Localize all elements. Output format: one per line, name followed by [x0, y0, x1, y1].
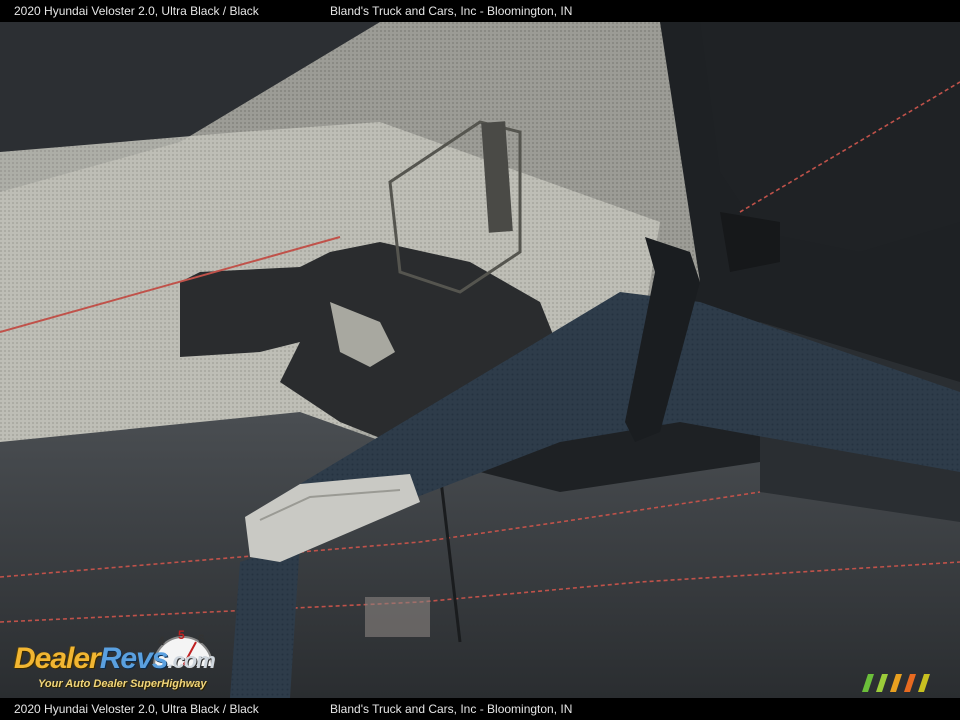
sunlit-leather-patch	[365, 597, 430, 637]
top-caption-bar: 2020 Hyundai Veloster 2.0, Ultra Black /…	[0, 0, 960, 22]
stripe-yellow	[918, 674, 930, 692]
gauge-number-5: 5	[178, 628, 185, 642]
dealer-caption: Bland's Truck and Cars, Inc - Bloomingto…	[330, 4, 573, 18]
stripe-logo-icon	[862, 674, 930, 692]
stripe-orange	[890, 674, 902, 692]
dealerrevs-logo-text: DealerRevs.com	[14, 642, 216, 676]
car-interior-photo	[0, 22, 960, 698]
bottom-caption-bar: 2020 Hyundai Veloster 2.0, Ultra Black /…	[0, 698, 960, 720]
stripe-lime	[876, 674, 888, 692]
seat-illustration	[0, 22, 960, 698]
dealer-caption-bottom: Bland's Truck and Cars, Inc - Bloomingto…	[330, 702, 573, 716]
dealerrevs-watermark: 4 5 6 DealerRevs.com Your Auto Dealer Su…	[12, 628, 262, 694]
logo-word-com: .com	[167, 648, 215, 673]
stripe-green	[862, 674, 874, 692]
logo-word-dealer: Dealer	[14, 642, 101, 675]
logo-tagline: Your Auto Dealer SuperHighway	[38, 678, 207, 690]
logo-word-revs: Revs	[99, 642, 169, 675]
stripe-red-orange	[904, 674, 916, 692]
vehicle-caption-bottom: 2020 Hyundai Veloster 2.0, Ultra Black /…	[14, 702, 259, 716]
belt-anchor	[720, 212, 780, 272]
vehicle-caption: 2020 Hyundai Veloster 2.0, Ultra Black /…	[14, 4, 259, 18]
